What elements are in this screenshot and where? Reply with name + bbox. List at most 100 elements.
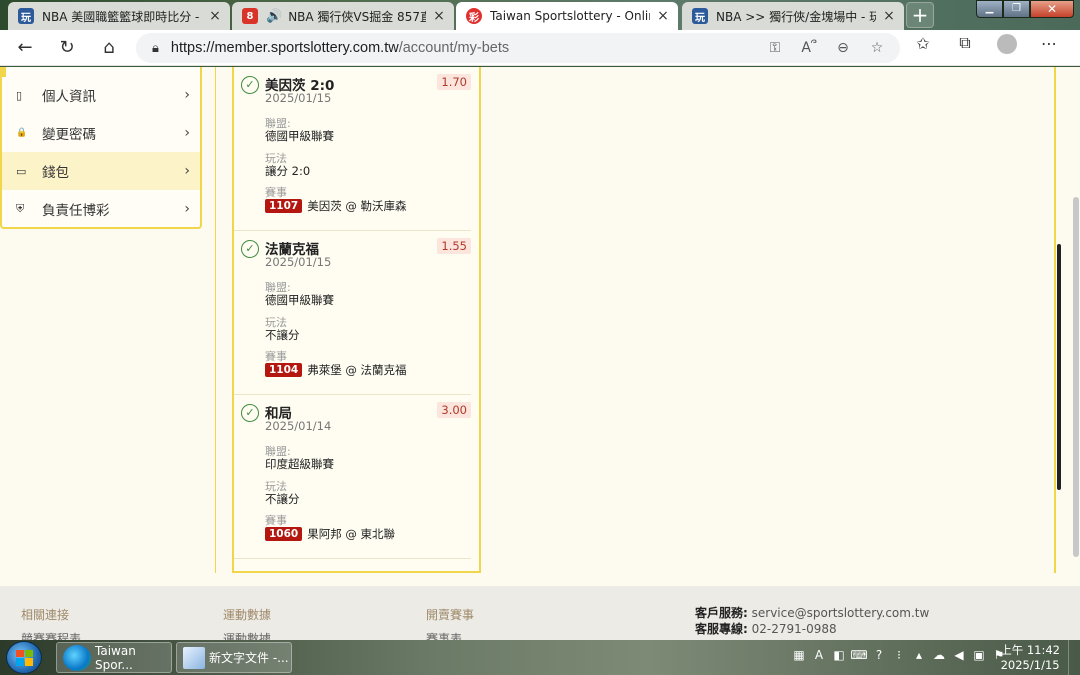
sidebar-item-change-password[interactable]: 🔒 變更密碼 › xyxy=(2,114,200,152)
bet-item[interactable]: ✓ 美因茨 2:0 2025/01/15 1.70 聯盟: 德國甲級聯賽 玩法 … xyxy=(234,67,471,231)
tray-keyboard-icon[interactable]: ⌨ xyxy=(850,648,868,662)
edge-icon xyxy=(63,644,91,671)
footer-link[interactable]: 競賽賽程表 xyxy=(21,630,81,640)
tab-favicon: 8 xyxy=(242,8,258,24)
restore-button[interactable]: ❐ xyxy=(1003,0,1030,18)
minimize-button[interactable]: ▁ xyxy=(976,0,1003,18)
tray-cloud-icon[interactable]: ☁ xyxy=(930,648,948,662)
taskbar-app-label: 新文字文件 -... xyxy=(209,651,289,665)
start-button[interactable] xyxy=(6,641,42,674)
sidebar-item-responsible-gaming[interactable]: ⛨ 負責任博彩 › xyxy=(2,190,200,227)
taskbar-app-label: Taiwan Spor... xyxy=(95,643,136,672)
help-icon[interactable]: ? xyxy=(870,648,888,662)
event-name: 弗萊堡 @ 法蘭克福 xyxy=(307,363,407,377)
sidebar-item-label: 錢包 xyxy=(42,165,69,181)
id-card-icon: ▯ xyxy=(16,88,23,102)
event-row: 1104 弗萊堡 @ 法蘭克福 xyxy=(265,362,407,378)
tab-nba-live[interactable]: 8 🔊 NBA 獨行俠VS掘金 857直播 × xyxy=(232,2,454,30)
bet-odds: 3.00 xyxy=(437,402,471,418)
bet-type-value: 不讓分 xyxy=(265,492,300,506)
lock-icon[interactable]: 🔒︎ xyxy=(152,41,159,56)
site-footer: 相關連接 競賽賽程表 運動數據 運動數據 開賣賽事 賽事表 客戶服務: serv… xyxy=(0,586,1080,640)
zoom-icon[interactable]: ⊖ xyxy=(826,40,860,56)
favorites-icon[interactable]: ✩ xyxy=(902,34,944,53)
profile-avatar[interactable] xyxy=(986,33,1028,54)
chevron-right-icon: › xyxy=(184,163,190,179)
home-icon[interactable]: ⌂ xyxy=(92,33,126,63)
collections-icon[interactable]: ⧉ xyxy=(944,33,986,53)
footer-heading-events: 開賣賽事 xyxy=(426,608,475,622)
shield-icon: ⛨ xyxy=(16,202,25,215)
show-desktop-button[interactable] xyxy=(1068,640,1080,675)
url-text[interactable]: https://member.sportslottery.com.tw/acco… xyxy=(171,40,758,56)
bet-date: 2025/01/15 xyxy=(265,255,332,269)
my-bets-list: ✓ 美因茨 2:0 2025/01/15 1.70 聯盟: 德國甲級聯賽 玩法 … xyxy=(232,67,481,573)
service-label: 客戶服務: xyxy=(695,606,748,620)
page-scrollbar[interactable] xyxy=(1073,197,1079,557)
taskbar-edge-button[interactable]: Taiwan Spor... xyxy=(56,642,172,673)
bet-odds: 1.70 xyxy=(437,74,471,90)
address-bar[interactable]: 🔒︎ https://member.sportslottery.com.tw/a… xyxy=(136,33,900,63)
content-border xyxy=(1054,67,1056,573)
read-aloud-icon[interactable]: A՞ xyxy=(792,40,826,56)
hotline-label: 客服專線: xyxy=(695,622,748,636)
tab-sportslottery[interactable]: 彩 Taiwan Sportslottery - Online Sports × xyxy=(456,2,678,30)
ime-icon[interactable]: A xyxy=(810,648,828,662)
tray-layout-icon[interactable]: ◧ xyxy=(830,648,848,662)
footer-link[interactable]: 賽事表 xyxy=(426,630,462,640)
back-icon[interactable]: ← xyxy=(8,33,42,63)
league-value: 德國甲級聯賽 xyxy=(265,129,334,143)
chevron-right-icon: › xyxy=(184,125,190,141)
tray-app-icon[interactable]: ▦ xyxy=(790,648,808,662)
event-row: 1107 美因茨 @ 勒沃庫森 xyxy=(265,198,407,214)
clock-date: 2025/1/15 xyxy=(1000,658,1060,672)
volume-icon[interactable]: ◀ xyxy=(950,648,968,662)
event-row: 1060 果阿邦 @ 東北聯 xyxy=(265,526,395,542)
close-window-button[interactable]: ✕ xyxy=(1030,0,1074,18)
windows-flag-icon xyxy=(16,650,33,666)
close-tab-icon[interactable]: × xyxy=(654,8,672,24)
bet-type-value: 不讓分 xyxy=(265,328,300,342)
refresh-icon[interactable]: ↻ xyxy=(50,33,84,63)
close-tab-icon[interactable]: × xyxy=(430,8,448,24)
more-menu-icon[interactable]: ⋯ xyxy=(1028,34,1070,53)
sidebar-item-label: 個人資訊 xyxy=(42,89,96,105)
service-email[interactable]: service@sportslottery.com.tw xyxy=(752,606,930,620)
system-clock[interactable]: 上午 11:42 2025/1/15 xyxy=(1000,643,1060,673)
bet-item[interactable]: ✓ 和局 2025/01/14 3.00 聯盟: 印度超級聯賽 玩法 不讓分 賽… xyxy=(234,395,471,559)
tab-title: NBA 獨行俠VS掘金 857直播 xyxy=(288,9,426,24)
tab-nba-match[interactable]: 玩 NBA >> 獨行俠/金塊場中 - 玩運彩 × xyxy=(682,2,904,30)
wallet-icon: ▭ xyxy=(16,164,27,178)
tab-title: NBA >> 獨行俠/金塊場中 - 玩運彩 xyxy=(716,9,876,24)
network-icon[interactable]: ▣ xyxy=(970,648,988,662)
clock-time: 上午 11:42 xyxy=(1000,643,1060,657)
favorite-add-icon[interactable]: ☆ xyxy=(860,40,894,56)
sidebar-item-profile[interactable]: ▯ 個人資訊 › xyxy=(2,76,200,114)
hotline-number: 02-2791-0988 xyxy=(751,622,837,636)
password-key-icon[interactable]: ⚿ xyxy=(758,40,792,56)
new-tab-button[interactable]: + xyxy=(906,2,934,28)
system-tray: ▦ A ◧ ⌨ ? ⁝ ▴ ☁ ◀ ▣ ⚑ xyxy=(790,648,1010,662)
url-host: https://member.sportslottery.com.tw xyxy=(170,40,399,56)
account-sidebar-menu: ▯ 個人資訊 › 🔒 變更密碼 › ▭ 錢包 › ⛨ 負責任博彩 › xyxy=(0,67,202,229)
speaker-icon[interactable]: 🔊 xyxy=(266,9,282,24)
check-circle-icon: ✓ xyxy=(241,404,259,422)
show-hidden-icons[interactable]: ▴ xyxy=(910,648,928,662)
inner-scrollbar-thumb[interactable] xyxy=(1057,244,1061,490)
tray-settings-icon[interactable]: ⁝ xyxy=(890,648,908,662)
tab-favicon: 彩 xyxy=(466,8,482,24)
close-tab-icon[interactable]: × xyxy=(206,8,224,24)
tab-title: NBA 美國職籃籃球即時比分 - 玩運彩 xyxy=(42,9,202,24)
footer-heading-stats: 運動數據 xyxy=(223,608,272,622)
bet-item[interactable]: ✓ 法蘭克福 2025/01/15 1.55 聯盟: 德國甲級聯賽 玩法 不讓分… xyxy=(234,231,471,395)
browser-tab-strip: 玩 NBA 美國職籃籃球即時比分 - 玩運彩 × 8 🔊 NBA 獨行俠VS掘金… xyxy=(0,0,1080,30)
league-value: 印度超級聯賽 xyxy=(265,457,334,471)
taskbar-notepad-button[interactable]: 新文字文件 -... xyxy=(176,642,292,673)
tab-nba-scores[interactable]: 玩 NBA 美國職籃籃球即時比分 - 玩運彩 × xyxy=(8,2,230,30)
footer-link[interactable]: 運動數據 xyxy=(223,630,271,640)
tab-title: Taiwan Sportslottery - Online Sports xyxy=(490,9,650,23)
close-tab-icon[interactable]: × xyxy=(880,8,898,24)
lock-icon: 🔒 xyxy=(16,128,28,138)
sidebar-item-wallet[interactable]: ▭ 錢包 › xyxy=(2,152,200,190)
tab-favicon: 玩 xyxy=(18,8,34,24)
